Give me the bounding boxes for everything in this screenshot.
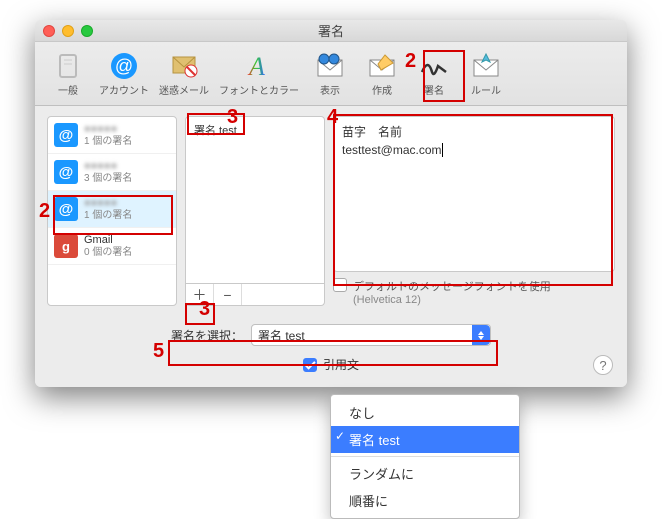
account-name: Gmail: [84, 234, 132, 246]
popup-separator: [331, 456, 519, 457]
select-value: 署名 test: [258, 327, 305, 344]
account-row[interactable]: g Gmail 0 個の署名: [48, 228, 176, 265]
signature-list[interactable]: 署名 test: [185, 116, 325, 284]
rules-icon: [468, 50, 504, 82]
toolbar-junk[interactable]: 迷惑メール: [155, 48, 213, 99]
titlebar: 署名: [35, 20, 627, 42]
help-button[interactable]: ?: [593, 355, 613, 375]
body: @ ●●●●● 1 個の署名 @ ●●●●● 3 個の署名 @: [35, 106, 627, 387]
choose-signature-row: 署名を選択： 署名 test: [47, 324, 615, 346]
at-icon: @: [106, 50, 142, 82]
toolbar-label: 一般: [58, 82, 78, 97]
accounts-list[interactable]: @ ●●●●● 1 個の署名 @ ●●●●● 3 個の署名 @: [47, 116, 177, 306]
include-quote-label: 引用文: [323, 356, 359, 373]
toolbar-signatures[interactable]: 署名: [409, 48, 459, 99]
signature-list-buttons: ＋ −: [185, 284, 325, 306]
signature-item[interactable]: 署名 test: [188, 119, 322, 141]
popup-item-none[interactable]: なし: [331, 399, 519, 426]
preferences-window: 署名 一般 @ アカウント 迷惑メール A フォントとカラー: [35, 20, 627, 387]
signature-popup-menu[interactable]: なし 署名 test ランダムに 順番に: [330, 394, 520, 519]
gmail-icon: g: [54, 234, 78, 258]
account-name: ●●●●●: [84, 160, 132, 172]
include-quote-row: 引用文: [47, 356, 615, 373]
account-icon: @: [54, 123, 78, 147]
popup-item-selected[interactable]: 署名 test: [331, 426, 519, 453]
account-sub: 1 個の署名: [84, 210, 132, 221]
signature-icon: [416, 50, 452, 82]
general-icon: [50, 50, 86, 82]
window-title: 署名: [35, 21, 627, 40]
composing-icon: [364, 50, 400, 82]
toolbar-label: 迷惑メール: [159, 82, 209, 97]
account-sub: 0 個の署名: [84, 247, 132, 258]
include-quote-checkbox[interactable]: [303, 358, 317, 372]
toolbar-composing[interactable]: 作成: [357, 48, 407, 99]
signature-line: testtest@mac.com: [342, 141, 606, 159]
toolbar-accounts[interactable]: @ アカウント: [95, 48, 153, 99]
remove-signature-button[interactable]: −: [214, 284, 242, 305]
toolbar-label: 署名: [424, 82, 444, 97]
viewing-icon: [312, 50, 348, 82]
toolbar-viewing[interactable]: 表示: [305, 48, 355, 99]
account-icon: @: [54, 197, 78, 221]
account-row[interactable]: @ ●●●●● 3 個の署名: [48, 154, 176, 191]
account-row-selected[interactable]: @ ●●●●● 1 個の署名: [48, 191, 176, 228]
toolbar-label: ルール: [471, 82, 501, 97]
toolbar-rules[interactable]: ルール: [461, 48, 511, 99]
svg-text:A: A: [247, 52, 265, 81]
choose-signature-label: 署名を選択：: [171, 327, 243, 344]
account-icon: @: [54, 160, 78, 184]
signature-editor[interactable]: 苗字 名前 testtest@mac.com: [333, 116, 615, 272]
popup-item-sequential[interactable]: 順番に: [331, 487, 519, 514]
junk-icon: [166, 50, 202, 82]
account-name: ●●●●●: [84, 123, 132, 135]
account-row[interactable]: @ ●●●●● 1 個の署名: [48, 117, 176, 154]
popup-item-random[interactable]: ランダムに: [331, 460, 519, 487]
default-font-checkbox[interactable]: [333, 278, 347, 292]
choose-signature-select[interactable]: 署名 test: [251, 324, 491, 346]
toolbar-fonts[interactable]: A フォントとカラー: [215, 48, 303, 99]
default-font-label: デフォルトのメッセージフォントを使用 (Helvetica 12): [353, 278, 551, 306]
text-caret: [442, 143, 443, 157]
add-signature-button[interactable]: ＋: [186, 284, 214, 305]
prefs-toolbar: 一般 @ アカウント 迷惑メール A フォントとカラー 表示: [35, 42, 627, 106]
toolbar-label: 作成: [372, 82, 392, 97]
select-caret-icon: [472, 325, 490, 345]
toolbar-label: アカウント: [99, 82, 149, 97]
fonts-icon: A: [241, 50, 277, 82]
svg-text:@: @: [115, 56, 133, 76]
account-name: ●●●●●: [84, 197, 132, 209]
account-sub: 1 個の署名: [84, 136, 132, 147]
toolbar-label: フォントとカラー: [219, 82, 299, 97]
toolbar-general[interactable]: 一般: [43, 48, 93, 99]
toolbar-label: 表示: [320, 82, 340, 97]
account-sub: 3 個の署名: [84, 173, 132, 184]
signature-line: 苗字 名前: [342, 123, 606, 141]
